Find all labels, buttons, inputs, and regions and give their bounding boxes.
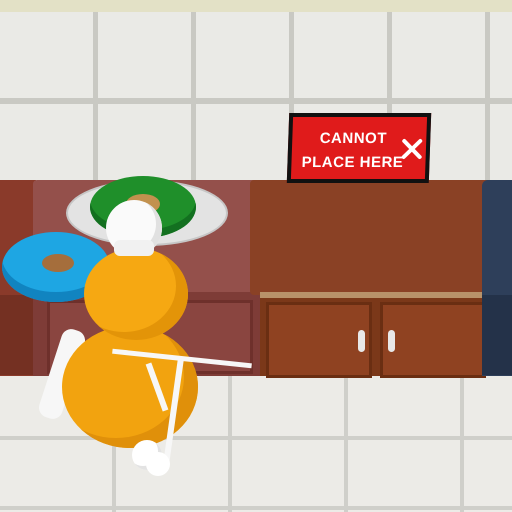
cabinet-door-left[interactable] <box>266 302 372 378</box>
cabinet-door-right[interactable] <box>380 302 486 378</box>
cabinet-handle-right <box>388 330 395 352</box>
chef-tail <box>146 452 170 476</box>
wall-trim <box>0 0 512 12</box>
counter-blue-front <box>482 295 512 375</box>
cabinet-handle-left <box>358 330 365 352</box>
cabinet-top <box>250 180 500 295</box>
close-icon <box>401 139 423 159</box>
chef-hat-band <box>114 240 154 256</box>
chef-body-upper <box>84 248 188 340</box>
counter-left-front <box>0 295 36 375</box>
game-scene: CANNOT PLACE HERE <box>0 0 512 512</box>
counter-blue-edge[interactable] <box>482 180 512 376</box>
warning-text: CANNOT PLACE HERE <box>301 130 404 171</box>
tiled-wall <box>0 0 512 200</box>
chef-character <box>36 200 260 512</box>
cannot-place-warning: CANNOT PLACE HERE <box>286 113 432 183</box>
cabinet-rim <box>260 292 488 298</box>
counter-cabinet[interactable] <box>250 180 500 378</box>
